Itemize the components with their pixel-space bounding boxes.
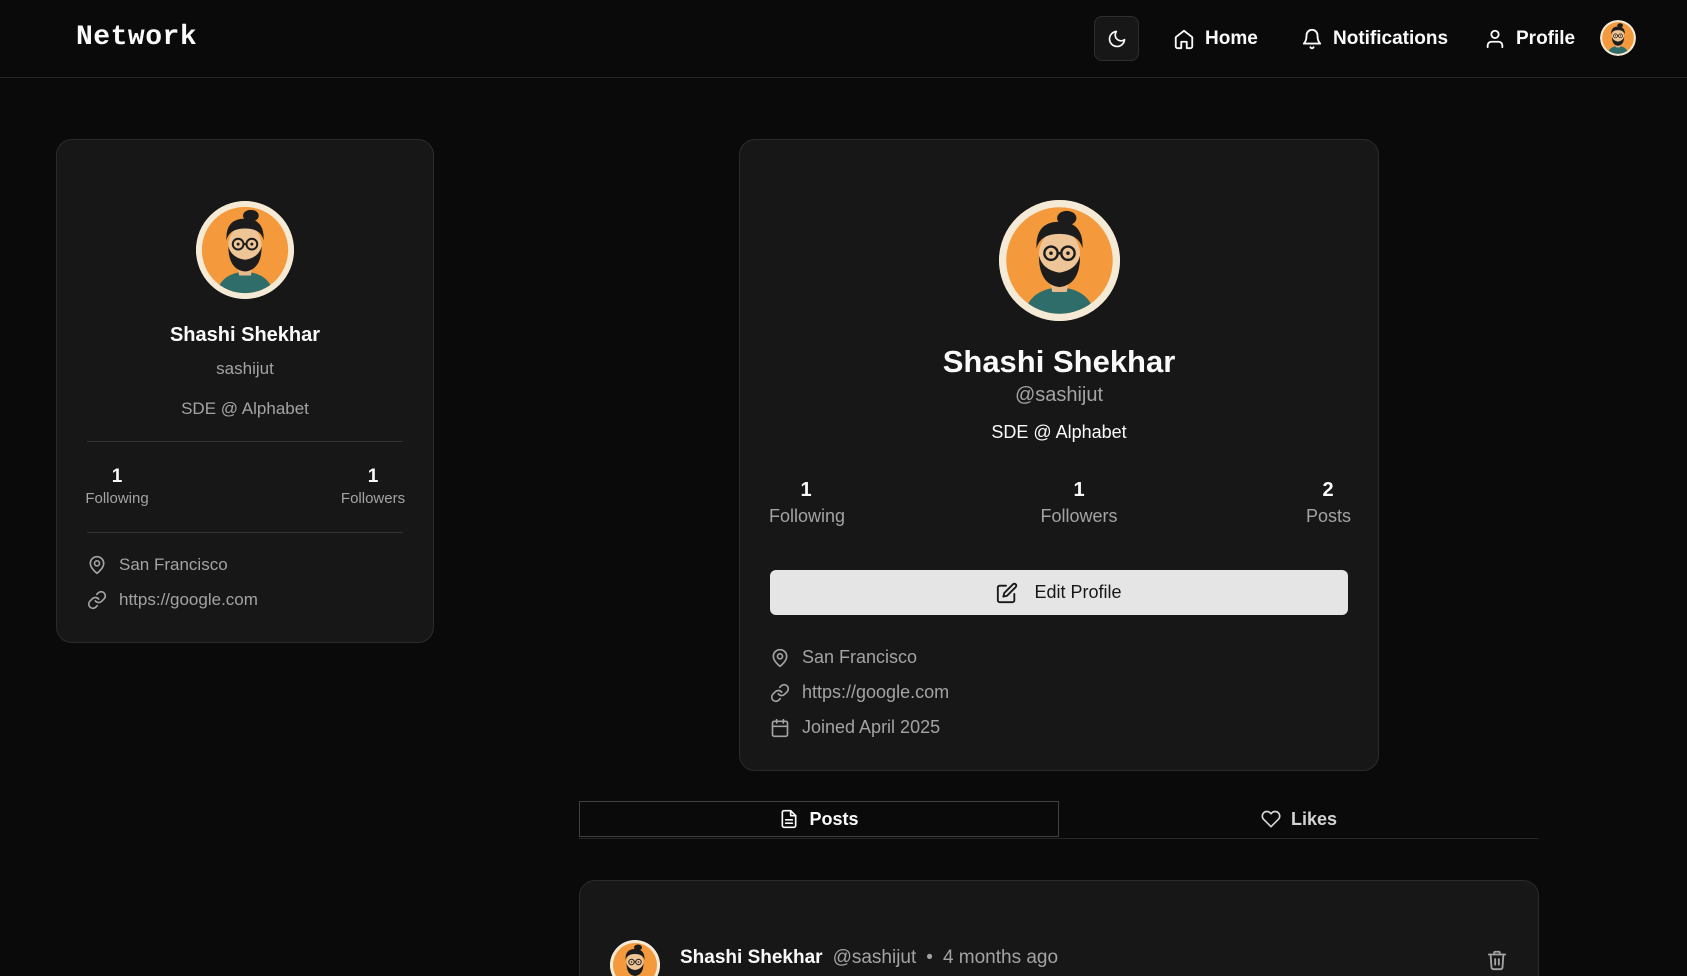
sidebar-website-link[interactable]: https://google.com: [119, 590, 258, 610]
link-icon: [87, 590, 107, 610]
heart-icon: [1261, 810, 1281, 828]
profile-joined-text: Joined April 2025: [802, 717, 941, 737]
sidebar-following-stat[interactable]: 1 Following: [85, 466, 149, 507]
profile-followers-stat[interactable]: 1 Followers: [1039, 479, 1119, 527]
sidebar-bio: SDE @ Alphabet: [181, 399, 309, 418]
profile-followers-label: Followers: [1040, 506, 1118, 526]
profile-location-text: San Francisco: [802, 647, 918, 667]
moon-icon: [1108, 30, 1125, 47]
user-icon: [1486, 29, 1504, 49]
edit-profile-button[interactable]: Edit Profile: [770, 570, 1348, 615]
profile-website[interactable]: https://google.com: [770, 682, 949, 703]
sidebar-username: sashijut: [216, 359, 274, 378]
nav-profile-label: Profile: [1516, 28, 1576, 49]
profile-posts-label: Posts: [1306, 506, 1352, 526]
user-menu-avatar[interactable]: [1600, 20, 1636, 56]
followers-label: Followers: [340, 490, 406, 507]
post-author-name[interactable]: Shashi Shekhar: [680, 947, 823, 969]
nav-home-link[interactable]: Home: [1173, 24, 1258, 54]
map-pin-icon: [772, 648, 788, 667]
profile-following-stat[interactable]: 1 Following: [769, 479, 846, 527]
post-author-avatar[interactable]: [610, 940, 660, 976]
post-card: Shashi Shekhar @sashijut • 4 months ago: [579, 880, 1539, 976]
post-author-handle[interactable]: @sashijut: [833, 947, 917, 969]
profile-followers-count: 1: [1073, 479, 1085, 501]
edit-icon: [997, 582, 1018, 603]
sidebar-location: San Francisco: [87, 555, 228, 575]
brand-logo[interactable]: Network: [76, 22, 197, 53]
profile-posts-stat: 2 Posts: [1306, 479, 1352, 527]
tab-posts[interactable]: Posts: [579, 801, 1059, 837]
file-text-icon: [781, 809, 797, 829]
following-label: Following: [85, 490, 149, 507]
profile-card: Shashi Shekhar @sashijut SDE @ Alphabet …: [739, 139, 1379, 771]
profile-following-count: 1: [800, 479, 812, 501]
nav-home-label: Home: [1205, 28, 1258, 49]
divider: [87, 441, 403, 442]
profile-posts-count: 2: [1322, 479, 1334, 501]
avatar[interactable]: [196, 201, 294, 299]
profile-website-link[interactable]: https://google.com: [802, 682, 949, 703]
nav-notifications-link[interactable]: Notifications: [1301, 24, 1448, 54]
profile-tabs: Posts Likes: [579, 801, 1539, 839]
sidebar-followers-stat[interactable]: 1 Followers: [339, 466, 407, 507]
profile-bio: SDE @ Alphabet: [991, 422, 1127, 442]
profile-location: San Francisco: [770, 647, 917, 668]
sidebar-name[interactable]: Shashi Shekhar: [57, 324, 433, 347]
sidebar-location-text: San Francisco: [119, 555, 228, 574]
tab-likes-label: Likes: [1290, 808, 1338, 829]
bell-icon: [1302, 29, 1322, 50]
home-icon: [1174, 29, 1194, 50]
following-count: 1: [111, 466, 123, 487]
followers-count: 1: [367, 466, 379, 487]
profile-joined: Joined April 2025: [770, 717, 940, 738]
tab-likes[interactable]: Likes: [1059, 801, 1539, 837]
post-timestamp: 4 months ago: [942, 947, 1059, 968]
nav-notifications-label: Notifications: [1333, 28, 1449, 49]
calendar-icon: [771, 718, 789, 737]
theme-toggle-button[interactable]: [1094, 16, 1139, 61]
nav-profile-link[interactable]: Profile: [1484, 24, 1575, 54]
tab-posts-label: Posts: [809, 808, 859, 829]
profile-name: Shashi Shekhar: [942, 344, 1176, 379]
trash-icon[interactable]: [1486, 949, 1508, 971]
sidebar-website[interactable]: https://google.com: [87, 590, 258, 610]
post-header: Shashi Shekhar @sashijut • 4 months ago: [680, 947, 1058, 969]
profile-handle: @sashijut: [1014, 384, 1104, 406]
profile-avatar: [999, 200, 1120, 321]
map-pin-icon: [89, 555, 105, 575]
edit-profile-label: Edit Profile: [1034, 582, 1122, 602]
divider: [87, 532, 403, 533]
link-icon: [770, 683, 790, 702]
top-navbar: Network Home Notifications Profile: [0, 0, 1687, 78]
post-separator: •: [926, 947, 933, 968]
sidebar-profile-card: Shashi Shekhar sashijut SDE @ Alphabet 1…: [56, 139, 434, 643]
profile-following-label: Following: [769, 506, 846, 526]
